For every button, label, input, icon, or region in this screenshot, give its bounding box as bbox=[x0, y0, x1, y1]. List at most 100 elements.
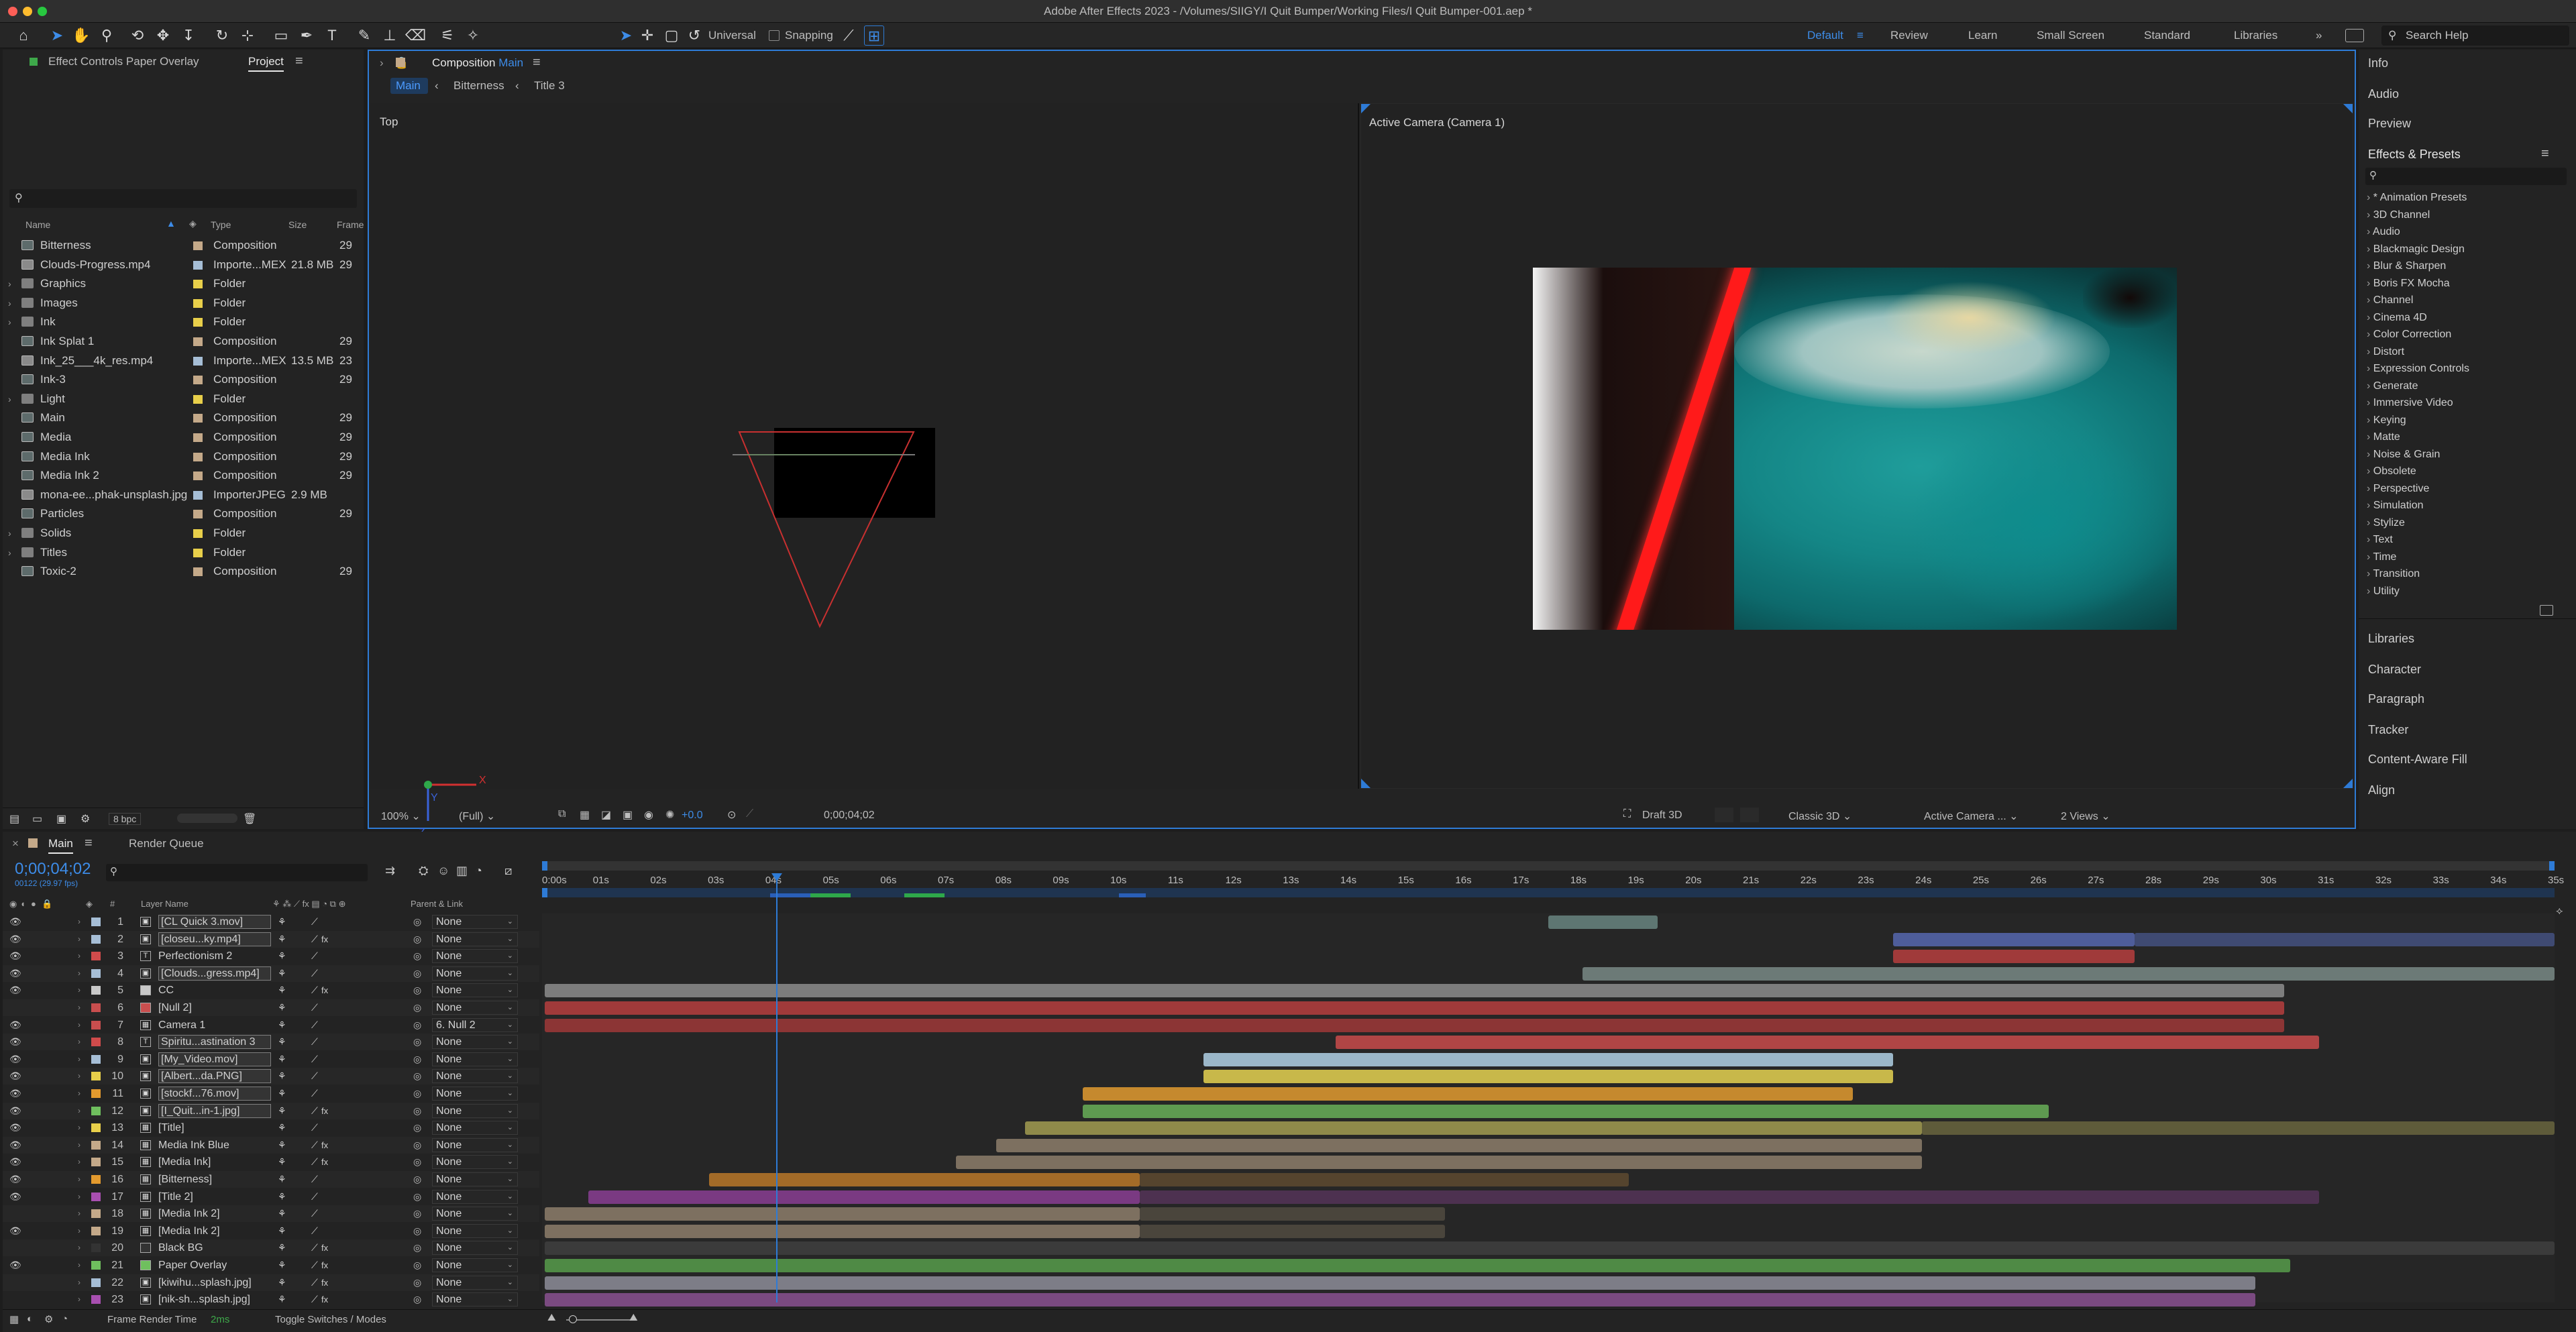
views-layout-dropdown[interactable]: 2 Views ⌄ bbox=[2061, 810, 2110, 823]
effects-category-item[interactable]: › Keying bbox=[2367, 414, 2406, 427]
effects-category-item[interactable]: › Audio bbox=[2367, 226, 2400, 238]
layer-name[interactable]: Camera 1 bbox=[158, 1017, 271, 1034]
column-type[interactable]: Type bbox=[211, 219, 231, 230]
effects-category-item[interactable]: › Blackmagic Design bbox=[2367, 243, 2465, 256]
layer-duration-bar[interactable] bbox=[1082, 1087, 1854, 1101]
shy-switch-icon[interactable]: ⚘ bbox=[278, 1257, 286, 1274]
layer-row[interactable]: 👁 › 3 T Perfectionism 2 ⚘ ⟋ ◎ None ⌄ bbox=[3, 948, 539, 964]
project-item[interactable]: › Ink Folder bbox=[3, 313, 362, 331]
search-help-input[interactable]: ⚲ Search Help bbox=[2381, 25, 2569, 46]
shy-switch-icon[interactable]: ⚘ bbox=[278, 1154, 286, 1170]
parent-pick-whip-icon[interactable]: ◎ bbox=[413, 1034, 421, 1050]
close-tab-icon[interactable]: × bbox=[12, 837, 19, 850]
layer-row[interactable]: › 18 ▦ [Media Ink 2] ⚘ ⟋ ◎ None ⌄ bbox=[3, 1205, 539, 1223]
layer-row[interactable]: 👁 › 12 ▣ [I_Quit...in-1.jpg] ⚘ ⟋ fx ◎ None ⌄ bbox=[3, 1102, 539, 1119]
quality-switch-icon[interactable]: ⟋ bbox=[311, 982, 318, 999]
tab-project[interactable]: Project bbox=[248, 55, 284, 72]
label-color-swatch[interactable] bbox=[193, 490, 203, 500]
quality-switch-icon[interactable]: ⟋ bbox=[311, 913, 318, 930]
shy-switch-icon[interactable]: ⚘ bbox=[278, 982, 286, 999]
timeline-current-time[interactable]: 0;00;04;02 bbox=[15, 860, 91, 879]
layer-name[interactable]: [My_Video.mov] bbox=[158, 1052, 271, 1066]
rectangle-tool-icon[interactable]: ▭ bbox=[271, 25, 291, 46]
project-item[interactable]: Toxic-2 Composition 29 bbox=[3, 562, 362, 581]
parent-dropdown[interactable]: None ⌄ bbox=[432, 1087, 518, 1101]
time-navigator-end-icon[interactable]: ⟡ bbox=[2556, 905, 2563, 918]
effects-category-item[interactable]: › Generate bbox=[2367, 380, 2418, 392]
layer-duration-bar-trailing[interactable] bbox=[1140, 1224, 1445, 1238]
tab-render-queue[interactable]: Render Queue bbox=[129, 837, 204, 850]
layer-row[interactable]: 👁 › 14 ▦ Media Ink Blue ⚘ ⟋ fx ◎ None ⌄ bbox=[3, 1136, 539, 1154]
project-settings-icon[interactable]: ⚙ bbox=[80, 812, 90, 826]
label-color-swatch[interactable] bbox=[91, 1054, 101, 1064]
parent-pick-whip-icon[interactable]: ◎ bbox=[413, 1068, 421, 1085]
quality-switch-icon[interactable]: ⟋ bbox=[311, 948, 318, 964]
visibility-eye-icon[interactable]: 👁 bbox=[9, 948, 23, 964]
renderer-dropdown[interactable]: Classic 3D ⌄ bbox=[1788, 810, 1851, 823]
parent-pick-whip-icon[interactable]: ◎ bbox=[413, 1188, 421, 1205]
visibility-eye-icon[interactable]: 👁 bbox=[9, 1137, 23, 1154]
effects-category-item[interactable]: › Color Correction bbox=[2367, 329, 2451, 341]
shy-switch-icon[interactable]: ⚘ bbox=[278, 948, 286, 964]
layer-name[interactable]: [Media Ink 2] bbox=[158, 1205, 271, 1222]
label-color-swatch[interactable] bbox=[193, 241, 203, 250]
expand-arrow-icon[interactable]: › bbox=[78, 1068, 80, 1085]
tab-composition[interactable]: Composition Main bbox=[432, 56, 523, 70]
layer-duration-bar-trailing[interactable] bbox=[2135, 932, 2555, 946]
effects-search-input[interactable]: ⚲ bbox=[2365, 168, 2567, 185]
resolution-dropdown[interactable]: (Full) ⌄ bbox=[459, 810, 495, 823]
pen-tool-icon[interactable]: ✒ bbox=[297, 25, 317, 46]
expand-arrow-icon[interactable]: › bbox=[78, 1017, 80, 1034]
shy-switch-icon[interactable]: ⚘ bbox=[278, 913, 286, 930]
graph-editor-icon[interactable]: ⧄ bbox=[504, 864, 512, 878]
panel-preview[interactable]: Preview bbox=[2368, 117, 2411, 131]
shy-switch-icon[interactable]: ⚘ bbox=[278, 1223, 286, 1239]
parent-pick-whip-icon[interactable]: ◎ bbox=[413, 1119, 421, 1136]
timeline-menu-icon[interactable]: ≡ bbox=[85, 836, 93, 851]
quality-switch-icon[interactable]: ⟋ bbox=[311, 1137, 318, 1154]
timeline-zoom-thumb[interactable] bbox=[569, 1315, 577, 1323]
effects-category-item[interactable]: › Time bbox=[2367, 551, 2396, 563]
parent-pick-whip-icon[interactable]: ◎ bbox=[413, 1017, 421, 1034]
visibility-eye-icon[interactable]: 👁 bbox=[9, 1103, 23, 1119]
workspace-standard[interactable]: Standard bbox=[2144, 23, 2190, 48]
quality-switch-icon[interactable]: ⟋ bbox=[311, 1274, 318, 1291]
layer-row[interactable]: 👁 › 13 ▦ [Title] ⚘ ⟋ ◎ None ⌄ bbox=[3, 1119, 539, 1136]
draft-3d-label[interactable]: Draft 3D bbox=[1642, 810, 1682, 822]
label-column-icon[interactable]: ◈ bbox=[86, 899, 93, 909]
motion-blur-icon[interactable]: ◔ bbox=[475, 864, 482, 878]
expand-arrow-icon[interactable]: › bbox=[78, 999, 80, 1016]
breadcrumb-main[interactable]: Main bbox=[390, 78, 428, 94]
hand-tool-icon[interactable]: ✋ bbox=[71, 25, 91, 46]
snap-grid-icon[interactable]: ⊞ bbox=[864, 25, 884, 46]
layer-duration-bar[interactable] bbox=[545, 1259, 2290, 1272]
parent-pick-whip-icon[interactable]: ◎ bbox=[413, 1274, 421, 1291]
shy-switch-icon[interactable]: ⚘ bbox=[278, 1103, 286, 1119]
label-color-swatch[interactable] bbox=[193, 376, 203, 385]
shy-switch-icon[interactable]: ⚘ bbox=[278, 1068, 286, 1085]
layer-row[interactable]: 👁 › 7 ▦ Camera 1 ⚘ ⟋ ◎ 6. Null 2 ⌄ bbox=[3, 1017, 539, 1034]
effects-switch[interactable]: fx bbox=[321, 1154, 328, 1170]
effects-switch[interactable]: fx bbox=[321, 1291, 328, 1308]
label-color-swatch[interactable] bbox=[91, 1158, 101, 1167]
label-color-swatch[interactable] bbox=[193, 337, 203, 346]
label-color-swatch[interactable] bbox=[193, 394, 203, 404]
project-item[interactable]: Ink-3 Composition 29 bbox=[3, 370, 362, 389]
effects-category-item[interactable]: › Simulation bbox=[2367, 500, 2423, 512]
expand-arrow-icon[interactable]: › bbox=[8, 390, 11, 408]
project-item[interactable]: Clouds-Progress.mp4 Importe...MEX 21.8 MB 2… bbox=[3, 256, 362, 274]
layer-name[interactable]: [Null 2] bbox=[158, 999, 271, 1016]
audio-switch-icon[interactable]: ◖ bbox=[20, 899, 25, 909]
workspace-learn[interactable]: Learn bbox=[1968, 23, 1997, 48]
layer-row[interactable]: › 23 ▣ [nik-sh...splash.jpg] ⚘ ⟋ fx ◎ None ⌄ bbox=[3, 1291, 539, 1308]
shy-switch-icon[interactable]: ⚘ bbox=[278, 1119, 286, 1136]
effects-switch[interactable]: fx bbox=[321, 1257, 328, 1274]
expand-arrow-icon[interactable]: › bbox=[8, 294, 11, 313]
layer-row[interactable]: 👁 › 16 ▦ [Bitterness] ⚘ ⟋ ◎ None ⌄ bbox=[3, 1171, 539, 1188]
layer-name[interactable]: Media Ink Blue bbox=[158, 1137, 271, 1154]
quality-switch-icon[interactable]: ⟋ bbox=[311, 1051, 318, 1068]
shy-switch-icon[interactable]: ⚘ bbox=[278, 931, 286, 948]
effects-category-item[interactable]: › 3D Channel bbox=[2367, 209, 2430, 221]
comp-menu-icon[interactable]: ≡ bbox=[533, 55, 541, 70]
project-item[interactable]: Main Composition 29 bbox=[3, 408, 362, 427]
